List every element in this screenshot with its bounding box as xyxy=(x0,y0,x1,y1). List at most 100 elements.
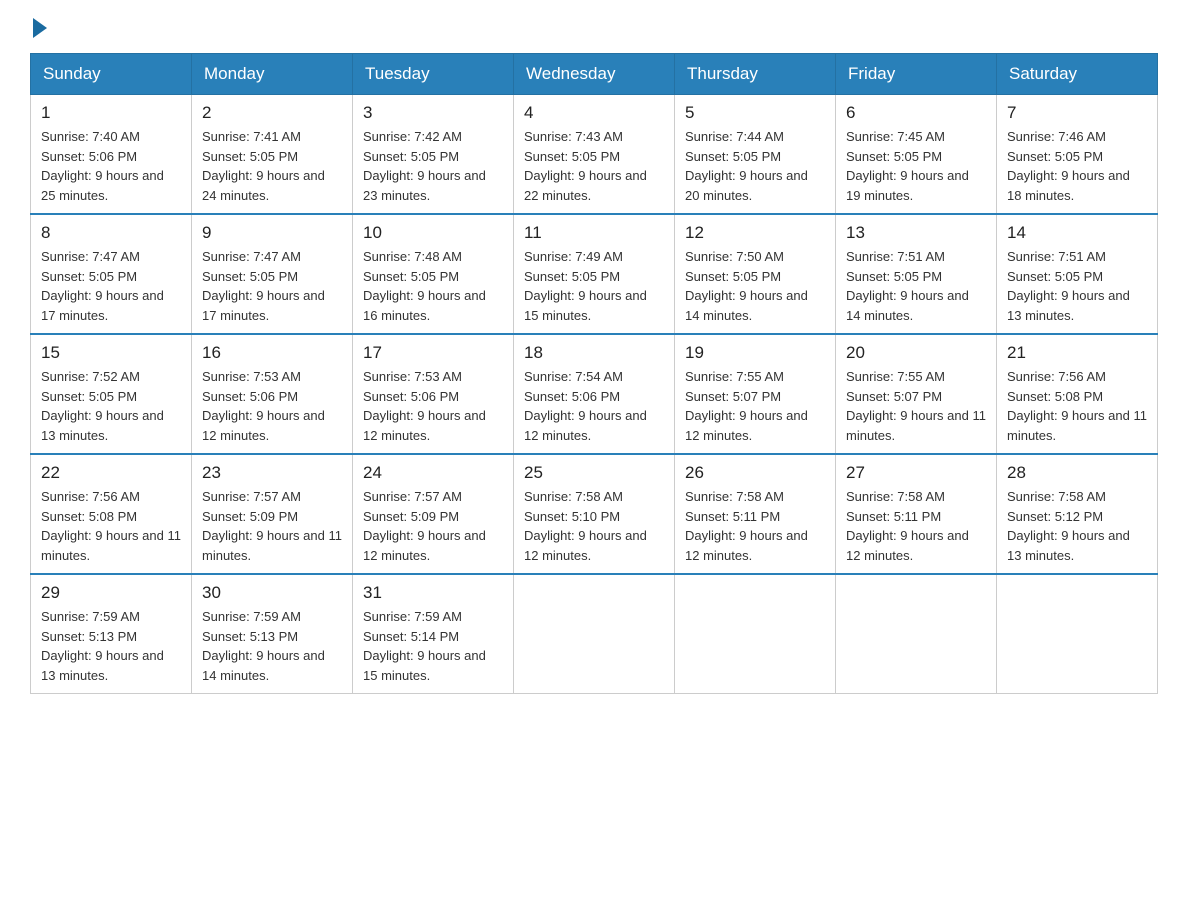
daylight-label: Daylight: 9 hours and 14 minutes. xyxy=(202,648,325,683)
weekday-header-saturday: Saturday xyxy=(997,54,1158,95)
day-number: 29 xyxy=(41,583,181,603)
sunset-label: Sunset: 5:06 PM xyxy=(524,389,620,404)
calendar-cell: 8 Sunrise: 7:47 AM Sunset: 5:05 PM Dayli… xyxy=(31,214,192,334)
logo-arrow-icon xyxy=(33,18,47,38)
day-info: Sunrise: 7:50 AM Sunset: 5:05 PM Dayligh… xyxy=(685,247,825,325)
calendar-cell: 2 Sunrise: 7:41 AM Sunset: 5:05 PM Dayli… xyxy=(192,95,353,215)
sunset-label: Sunset: 5:11 PM xyxy=(685,509,780,524)
sunset-label: Sunset: 5:05 PM xyxy=(41,269,137,284)
calendar-cell: 18 Sunrise: 7:54 AM Sunset: 5:06 PM Dayl… xyxy=(514,334,675,454)
day-number: 3 xyxy=(363,103,503,123)
sunrise-label: Sunrise: 7:49 AM xyxy=(524,249,623,264)
daylight-label: Daylight: 9 hours and 17 minutes. xyxy=(41,288,164,323)
calendar-cell xyxy=(836,574,997,694)
day-info: Sunrise: 7:47 AM Sunset: 5:05 PM Dayligh… xyxy=(202,247,342,325)
day-number: 12 xyxy=(685,223,825,243)
daylight-label: Daylight: 9 hours and 12 minutes. xyxy=(846,528,969,563)
sunrise-label: Sunrise: 7:41 AM xyxy=(202,129,301,144)
week-row-5: 29 Sunrise: 7:59 AM Sunset: 5:13 PM Dayl… xyxy=(31,574,1158,694)
day-number: 20 xyxy=(846,343,986,363)
calendar-cell: 4 Sunrise: 7:43 AM Sunset: 5:05 PM Dayli… xyxy=(514,95,675,215)
calendar-cell: 19 Sunrise: 7:55 AM Sunset: 5:07 PM Dayl… xyxy=(675,334,836,454)
daylight-label: Daylight: 9 hours and 12 minutes. xyxy=(685,528,808,563)
sunset-label: Sunset: 5:05 PM xyxy=(846,149,942,164)
daylight-label: Daylight: 9 hours and 12 minutes. xyxy=(363,528,486,563)
sunrise-label: Sunrise: 7:52 AM xyxy=(41,369,140,384)
day-number: 21 xyxy=(1007,343,1147,363)
sunrise-label: Sunrise: 7:54 AM xyxy=(524,369,623,384)
week-row-2: 8 Sunrise: 7:47 AM Sunset: 5:05 PM Dayli… xyxy=(31,214,1158,334)
day-number: 22 xyxy=(41,463,181,483)
week-row-3: 15 Sunrise: 7:52 AM Sunset: 5:05 PM Dayl… xyxy=(31,334,1158,454)
calendar-cell: 24 Sunrise: 7:57 AM Sunset: 5:09 PM Dayl… xyxy=(353,454,514,574)
daylight-label: Daylight: 9 hours and 12 minutes. xyxy=(524,408,647,443)
day-info: Sunrise: 7:59 AM Sunset: 5:13 PM Dayligh… xyxy=(41,607,181,685)
day-number: 25 xyxy=(524,463,664,483)
sunrise-label: Sunrise: 7:45 AM xyxy=(846,129,945,144)
day-number: 1 xyxy=(41,103,181,123)
day-number: 30 xyxy=(202,583,342,603)
sunset-label: Sunset: 5:05 PM xyxy=(524,149,620,164)
daylight-label: Daylight: 9 hours and 13 minutes. xyxy=(41,408,164,443)
sunrise-label: Sunrise: 7:58 AM xyxy=(524,489,623,504)
sunrise-label: Sunrise: 7:51 AM xyxy=(1007,249,1106,264)
daylight-label: Daylight: 9 hours and 12 minutes. xyxy=(524,528,647,563)
sunrise-label: Sunrise: 7:59 AM xyxy=(41,609,140,624)
daylight-label: Daylight: 9 hours and 11 minutes. xyxy=(846,408,986,443)
day-info: Sunrise: 7:55 AM Sunset: 5:07 PM Dayligh… xyxy=(846,367,986,445)
day-info: Sunrise: 7:52 AM Sunset: 5:05 PM Dayligh… xyxy=(41,367,181,445)
calendar-cell: 23 Sunrise: 7:57 AM Sunset: 5:09 PM Dayl… xyxy=(192,454,353,574)
sunset-label: Sunset: 5:06 PM xyxy=(41,149,137,164)
day-info: Sunrise: 7:49 AM Sunset: 5:05 PM Dayligh… xyxy=(524,247,664,325)
sunrise-label: Sunrise: 7:44 AM xyxy=(685,129,784,144)
day-info: Sunrise: 7:46 AM Sunset: 5:05 PM Dayligh… xyxy=(1007,127,1147,205)
sunset-label: Sunset: 5:10 PM xyxy=(524,509,620,524)
calendar-cell: 9 Sunrise: 7:47 AM Sunset: 5:05 PM Dayli… xyxy=(192,214,353,334)
daylight-label: Daylight: 9 hours and 15 minutes. xyxy=(363,648,486,683)
day-info: Sunrise: 7:42 AM Sunset: 5:05 PM Dayligh… xyxy=(363,127,503,205)
daylight-label: Daylight: 9 hours and 15 minutes. xyxy=(524,288,647,323)
day-info: Sunrise: 7:53 AM Sunset: 5:06 PM Dayligh… xyxy=(363,367,503,445)
day-number: 9 xyxy=(202,223,342,243)
day-info: Sunrise: 7:58 AM Sunset: 5:12 PM Dayligh… xyxy=(1007,487,1147,565)
day-info: Sunrise: 7:45 AM Sunset: 5:05 PM Dayligh… xyxy=(846,127,986,205)
logo xyxy=(30,20,47,33)
sunset-label: Sunset: 5:05 PM xyxy=(202,149,298,164)
calendar-cell xyxy=(514,574,675,694)
sunrise-label: Sunrise: 7:59 AM xyxy=(202,609,301,624)
weekday-header-friday: Friday xyxy=(836,54,997,95)
sunrise-label: Sunrise: 7:47 AM xyxy=(202,249,301,264)
day-info: Sunrise: 7:56 AM Sunset: 5:08 PM Dayligh… xyxy=(41,487,181,565)
calendar-cell: 15 Sunrise: 7:52 AM Sunset: 5:05 PM Dayl… xyxy=(31,334,192,454)
day-number: 15 xyxy=(41,343,181,363)
daylight-label: Daylight: 9 hours and 12 minutes. xyxy=(202,408,325,443)
sunset-label: Sunset: 5:05 PM xyxy=(202,269,298,284)
calendar-cell: 21 Sunrise: 7:56 AM Sunset: 5:08 PM Dayl… xyxy=(997,334,1158,454)
calendar-table: SundayMondayTuesdayWednesdayThursdayFrid… xyxy=(30,53,1158,694)
day-number: 13 xyxy=(846,223,986,243)
calendar-cell: 16 Sunrise: 7:53 AM Sunset: 5:06 PM Dayl… xyxy=(192,334,353,454)
calendar-cell: 5 Sunrise: 7:44 AM Sunset: 5:05 PM Dayli… xyxy=(675,95,836,215)
daylight-label: Daylight: 9 hours and 20 minutes. xyxy=(685,168,808,203)
calendar-cell: 29 Sunrise: 7:59 AM Sunset: 5:13 PM Dayl… xyxy=(31,574,192,694)
daylight-label: Daylight: 9 hours and 11 minutes. xyxy=(202,528,342,563)
sunset-label: Sunset: 5:13 PM xyxy=(202,629,298,644)
daylight-label: Daylight: 9 hours and 12 minutes. xyxy=(685,408,808,443)
day-info: Sunrise: 7:59 AM Sunset: 5:13 PM Dayligh… xyxy=(202,607,342,685)
day-info: Sunrise: 7:47 AM Sunset: 5:05 PM Dayligh… xyxy=(41,247,181,325)
sunrise-label: Sunrise: 7:43 AM xyxy=(524,129,623,144)
sunrise-label: Sunrise: 7:56 AM xyxy=(1007,369,1106,384)
sunset-label: Sunset: 5:09 PM xyxy=(363,509,459,524)
week-row-1: 1 Sunrise: 7:40 AM Sunset: 5:06 PM Dayli… xyxy=(31,95,1158,215)
day-number: 16 xyxy=(202,343,342,363)
day-info: Sunrise: 7:51 AM Sunset: 5:05 PM Dayligh… xyxy=(846,247,986,325)
sunrise-label: Sunrise: 7:40 AM xyxy=(41,129,140,144)
calendar-cell: 3 Sunrise: 7:42 AM Sunset: 5:05 PM Dayli… xyxy=(353,95,514,215)
weekday-header-monday: Monday xyxy=(192,54,353,95)
day-number: 23 xyxy=(202,463,342,483)
daylight-label: Daylight: 9 hours and 18 minutes. xyxy=(1007,168,1130,203)
sunset-label: Sunset: 5:08 PM xyxy=(41,509,137,524)
day-info: Sunrise: 7:54 AM Sunset: 5:06 PM Dayligh… xyxy=(524,367,664,445)
day-info: Sunrise: 7:43 AM Sunset: 5:05 PM Dayligh… xyxy=(524,127,664,205)
sunrise-label: Sunrise: 7:58 AM xyxy=(685,489,784,504)
